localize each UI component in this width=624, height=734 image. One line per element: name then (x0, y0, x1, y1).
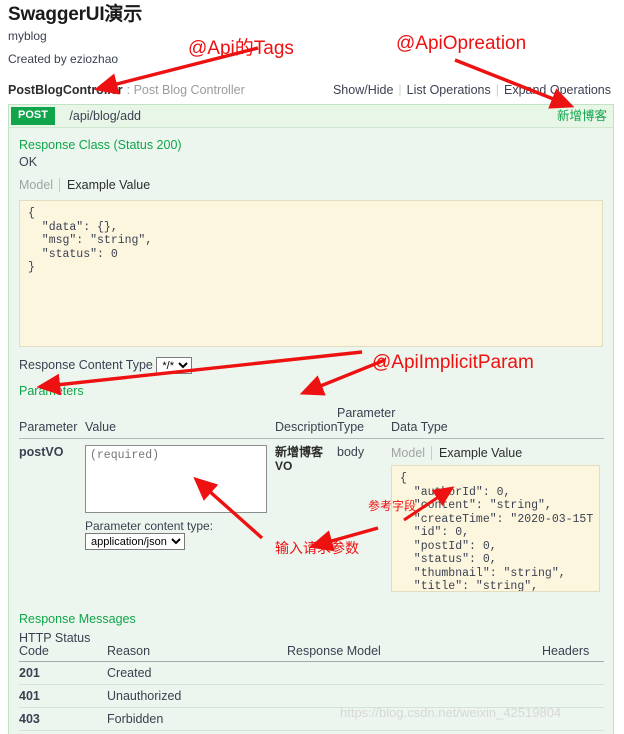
col-parameter-type: Parameter Type (337, 404, 395, 440)
col-parameter: Parameter (19, 404, 85, 440)
parameter-content-type-label: Parameter content type: (85, 519, 214, 534)
parameter-name: postVO (19, 445, 64, 460)
tab-model[interactable]: Model (391, 446, 433, 461)
response-content-type-label: Response Content Type (19, 358, 153, 372)
operation-path[interactable]: /api/blog/add (69, 105, 141, 127)
operation-header-bar[interactable]: POST /api/blog/add 新增博客 (9, 105, 613, 128)
col-data-type: Data Type (391, 404, 604, 440)
operation-block: POST /api/blog/add 新增博客 Response Class (… (8, 104, 614, 734)
col-http-status-code: HTTP Status Code (19, 631, 107, 663)
http-method-badge: POST (11, 107, 55, 125)
response-class-tabs: Model Example Value (19, 176, 603, 194)
page-title: SwaggerUI演示 (8, 4, 142, 25)
parameter-example-value: { "authorId": 0, "content": "string", "c… (391, 465, 600, 593)
response-class-title: Response Class (Status 200) (19, 138, 182, 152)
resource-name-link[interactable]: PostBlogController (8, 83, 123, 97)
response-messages-header-row: HTTP Status Code Reason Response Model H… (19, 631, 604, 663)
col-reason: Reason (107, 631, 287, 663)
status-code: 201 (19, 661, 107, 686)
response-content-type-row: Response Content Type */* (19, 356, 603, 375)
app-header: SwaggerUI演示 myblog Created by eziozhao (8, 4, 618, 68)
tab-model[interactable]: Model (19, 178, 61, 192)
status-reason: Created (107, 661, 287, 686)
status-reason: Unauthorized (107, 684, 287, 709)
table-row: postVO Parameter content type: applicati… (19, 439, 604, 601)
operation-summary: 新增博客 (556, 109, 607, 123)
app-subtitle: myblog (8, 29, 47, 43)
parameter-value-input[interactable] (85, 445, 267, 514)
operation-body: Response Class (Status 200) OK Model Exam… (9, 128, 613, 734)
watermark: https://blog.csdn.net/weixin_42519804 (340, 705, 562, 720)
status-code: 403 (19, 707, 107, 732)
col-value: Value (85, 404, 275, 440)
col-description: Description (275, 404, 338, 440)
swagger-ui-page: SwaggerUI演示 myblog Created by eziozhao P… (0, 0, 624, 734)
response-content-type-select[interactable]: */* (156, 357, 193, 375)
data-type-tabs: Model Example Value (391, 445, 600, 461)
show-hide-link[interactable]: Show/Hide (328, 83, 398, 97)
tab-example-value[interactable]: Example Value (432, 446, 522, 460)
parameter-data-type-cell: Model Example Value { "authorId": 0, "con… (391, 439, 604, 601)
app-created-by: Created by eziozhao (8, 52, 119, 66)
parameter-content-type-select[interactable]: application/json (85, 533, 185, 551)
response-class-example-value: { "data": {}, "msg": "string", "status":… (19, 200, 603, 347)
parameter-description-cell: 新增博客VO (275, 439, 337, 601)
status-headers (542, 661, 604, 686)
expand-operations-link[interactable]: Expand Operations (499, 83, 616, 97)
response-class-status-text: OK (19, 155, 38, 169)
parameter-type: body (337, 445, 365, 460)
status-code: 401 (19, 684, 107, 709)
parameters-table: Parameter Value Description Parameter Ty… (19, 404, 604, 600)
status-model (287, 661, 542, 686)
tab-example-value[interactable]: Example Value (60, 178, 150, 192)
resource-description: : Post Blog Controller (126, 83, 245, 97)
resource-operation-links: Show/Hide | List Operations | Expand Operati… (328, 83, 616, 97)
resource-header: PostBlogController : Post Blog Controlle… (8, 83, 616, 101)
parameter-value-cell: Parameter content type: application/json (85, 439, 275, 601)
parameters-title: Parameters (19, 384, 84, 399)
list-operations-link[interactable]: List Operations (402, 83, 496, 97)
status-reason: Forbidden (107, 707, 287, 732)
parameter-description: 新增博客VO (275, 445, 324, 474)
table-row: 201 Created (19, 661, 604, 686)
parameters-header-row: Parameter Value Description Parameter Ty… (19, 404, 604, 440)
response-messages-title: Response Messages (19, 612, 136, 627)
col-response-model: Response Model (287, 631, 542, 663)
col-headers: Headers (542, 631, 604, 663)
